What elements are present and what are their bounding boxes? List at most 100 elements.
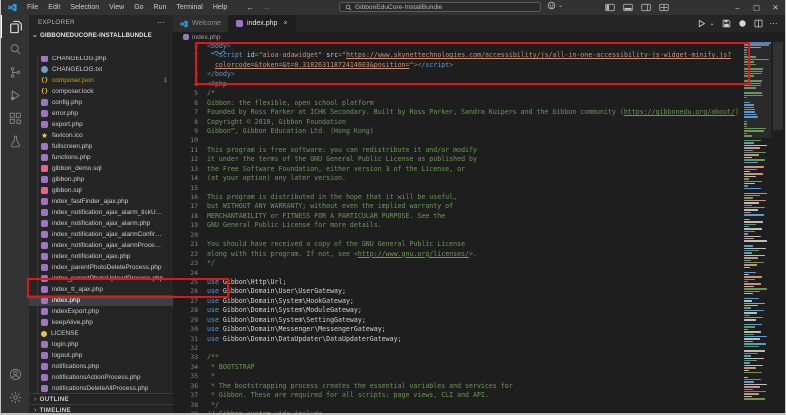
file-item-composer-lock[interactable]: {} composer.lock [29, 86, 173, 97]
file-item-fullscreen-php[interactable]: fullscreen.php [29, 141, 173, 152]
menu-selection[interactable]: Selection [65, 0, 104, 15]
code-line-wrap[interactable]: colorcode=&token=&t=0.31826311872414603&… [173, 61, 744, 70]
file-item-index-php[interactable]: index.php [29, 295, 173, 306]
code-line-24[interactable]: 24 [173, 269, 744, 278]
code-line-5[interactable]: 5 /* [173, 89, 744, 98]
file-item-index-parentphotouploadprocess-php[interactable]: index_parentPhotoUploadProcess.php [29, 273, 173, 284]
settings-icon[interactable] [1, 386, 29, 409]
search-icon[interactable] [1, 38, 29, 61]
code-line-35[interactable]: 35 * [173, 372, 744, 381]
file-item-gibbon-demo-sql[interactable]: gibbon_demo.sql [29, 163, 173, 174]
code-line-28[interactable]: 28 use Gibbon\Domain\System\ModuleGateway… [173, 306, 744, 315]
breadcrumb[interactable]: index.php [173, 32, 785, 42]
code-line-15[interactable]: 15 [173, 184, 744, 193]
file-item-notificationsactionprocess-php[interactable]: notificationsActionProcess.php [29, 372, 173, 383]
code-line-25[interactable]: 25 use Gibbon\Http\Url; [173, 278, 744, 287]
code-line-13[interactable]: 13 the Free Software Foundation, either v… [173, 165, 744, 174]
file-item-error-php[interactable]: error.php [29, 108, 173, 119]
close-icon[interactable]: ✕ [766, 0, 785, 15]
code-line-8[interactable]: 8 Copyright © 2010, Gibbon Foundation [173, 118, 744, 127]
code-line-34[interactable]: 34 * BOOTSTRAP [173, 363, 744, 372]
code-line-7[interactable]: 7 Founded by Ross Parker at ICHK Secondar… [173, 108, 744, 117]
scrollbar-thumb[interactable] [773, 42, 783, 130]
code-line-18[interactable]: 18 MERCHANTABILITY or FITNESS FOR A PARTI… [173, 212, 744, 221]
run-debug-icon[interactable] [1, 84, 29, 107]
code-line-37[interactable]: 37 * Gibbon. These are required for all … [173, 391, 744, 400]
code-line-6[interactable]: 6 Gibbon: the flexible, open school platf… [173, 99, 744, 108]
timeline-section[interactable]: › TIMELINE [29, 404, 173, 413]
record-icon[interactable] [738, 19, 747, 28]
navigate-forward-icon[interactable]: → [258, 3, 274, 12]
file-item-indexexport-php[interactable]: indexExport.php [29, 306, 173, 317]
code-line-30[interactable]: 30 use Gibbon\Domain\Messenger\MessengerG… [173, 325, 744, 334]
more-actions-icon[interactable]: ⋯ [770, 19, 778, 28]
explorer-icon[interactable] [1, 15, 29, 38]
code-line-11[interactable]: 11 This program is free software: you can… [173, 146, 744, 155]
run-button[interactable] [697, 19, 706, 28]
project-folder-header[interactable]: ⌄ GIBBONEDUCORE-INSTALLBUNDLE [29, 30, 173, 41]
file-item-login-php[interactable]: login.php [29, 339, 173, 350]
file-item-composer-json[interactable]: {} composer.json 1 [29, 75, 173, 86]
source-control-icon[interactable] [1, 61, 29, 84]
code-line-10[interactable]: 10 [173, 136, 744, 145]
code-line-12[interactable]: 12 it under the terms of the GNU General … [173, 155, 744, 164]
code-line-1[interactable]: 1 <body> [173, 42, 744, 51]
file-item-index-notification-ajax-php[interactable]: index_notification_ajax.php [29, 251, 173, 262]
explorer-more-actions-icon[interactable]: ⋯ [157, 18, 165, 27]
menu-file[interactable]: File [22, 0, 43, 15]
menu-go[interactable]: Go [129, 0, 148, 15]
code-line-27[interactable]: 27 use Gibbon\Domain\System\HookGateway; [173, 297, 744, 306]
command-center-search[interactable]: GibbonEduCore-InstallBundle [339, 2, 541, 12]
maximize-icon[interactable]: ▢ [747, 0, 766, 15]
code-line-3[interactable]: 3 </body> [173, 70, 744, 79]
code-line-21[interactable]: 21 You should have received a copy of the… [173, 240, 744, 249]
code-line-32[interactable]: 32 [173, 344, 744, 353]
copilot-menu[interactable]: ⌄ [547, 1, 563, 10]
minimap-slider[interactable] [744, 42, 771, 138]
toggle-panel-icon[interactable] [623, 3, 633, 12]
file-item-logout-php[interactable]: logout.php [29, 350, 173, 361]
file-item-license[interactable]: LICENSE [29, 328, 173, 339]
code-line-19[interactable]: 19 GNU General Public License for more de… [173, 221, 744, 230]
save-icon[interactable] [722, 19, 731, 28]
navigate-back-icon[interactable]: ← [242, 3, 258, 12]
file-item-keepalive-php[interactable]: keepAlive.php [29, 317, 173, 328]
toggle-secondary-sidebar-icon[interactable] [641, 3, 651, 12]
code-area[interactable]: 1 <body> 2 <script id="aioa-adawidget" src… [173, 42, 744, 413]
code-line-33[interactable]: 33 /** [173, 353, 744, 362]
menu-terminal[interactable]: Terminal [171, 0, 207, 15]
code-line-29[interactable]: 29 use Gibbon\Domain\System\SettingGatewa… [173, 316, 744, 325]
customize-layout-icon[interactable] [659, 3, 669, 12]
file-item-gibbon-php[interactable]: gibbon.php [29, 174, 173, 185]
file-item-changelog-txt[interactable]: CHANGELOG.txt [29, 64, 173, 75]
file-item-index-notification-ajax-alarmprocess-php[interactable]: index_notification_ajax_alarmProcess.php [29, 240, 173, 251]
code-line-4[interactable]: 4 <?php [173, 80, 744, 89]
code-line-38[interactable]: 38 */ [173, 401, 744, 410]
menu-run[interactable]: Run [149, 0, 172, 15]
split-editor-icon[interactable] [754, 19, 763, 28]
code-line-9[interactable]: 9 Gibbon™, Gibbon Education Ltd. (Hong Ko… [173, 127, 744, 136]
file-item-gibbon-sql[interactable]: gibbon.sql [29, 185, 173, 196]
file-item-changelog-php[interactable]: CHANGELOG.php [29, 56, 173, 64]
code-line-31[interactable]: 31 use Gibbon\Domain\DataUpdater\DataUpda… [173, 335, 744, 344]
close-tab-icon[interactable]: × [283, 20, 287, 27]
file-item-notifications-php[interactable]: notifications.php [29, 361, 173, 372]
code-line-2[interactable]: 2 <script id="aioa-adawidget" src="https… [173, 51, 744, 60]
file-item-export-php[interactable]: export.php [29, 119, 173, 130]
vertical-scrollbar[interactable] [771, 42, 785, 413]
file-item-index-fastfinder-ajax-php[interactable]: index_fastFinder_ajax.php [29, 196, 173, 207]
file-item-index-parentphotodeleteprocess-php[interactable]: index_parentPhotoDeleteProcess.php [29, 262, 173, 273]
tab-index-php[interactable]: index.php × [229, 15, 296, 32]
menu-view[interactable]: View [104, 0, 129, 15]
testing-icon[interactable] [1, 130, 29, 153]
account-icon[interactable] [1, 363, 29, 386]
file-item-functions-php[interactable]: functions.php [29, 152, 173, 163]
file-item-index-notification-ajax-alarm-php[interactable]: index_notification_ajax_alarm.php [29, 218, 173, 229]
code-line-22[interactable]: 22 along with this program. If not, see <… [173, 250, 744, 259]
file-item-favicon-ico[interactable]: ★ favicon.ico [29, 130, 173, 141]
menu-edit[interactable]: Edit [43, 0, 65, 15]
extensions-icon[interactable] [1, 107, 29, 130]
code-line-20[interactable]: 20 [173, 231, 744, 240]
minimap[interactable] [744, 42, 771, 413]
file-item-config-php[interactable]: config.php [29, 97, 173, 108]
